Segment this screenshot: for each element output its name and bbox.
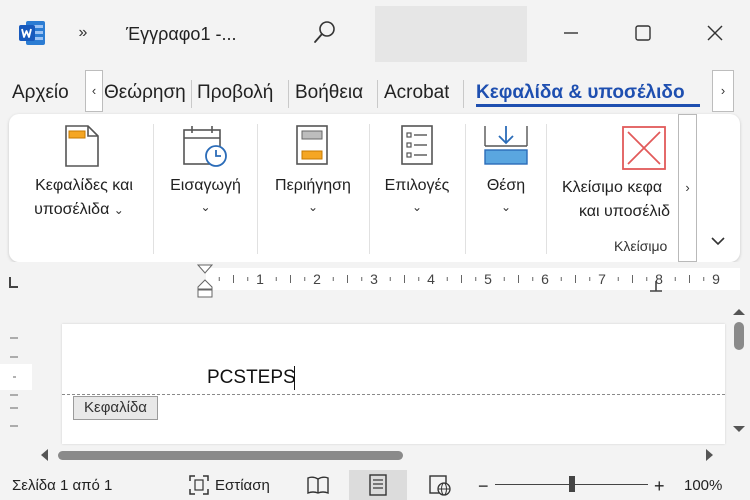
close-header-footer-icon (622, 126, 666, 175)
options-icon (400, 124, 436, 173)
account-area[interactable] (375, 6, 527, 62)
tab-review-label: Θεώρηση (104, 82, 186, 103)
close-header-footer-button[interactable]: Κλείσιμο κεφα και υποσέλιδ Κλείσιμο (547, 114, 677, 262)
print-layout-icon (369, 474, 387, 496)
ruler-number: 7 (598, 271, 606, 287)
header-boundary-line (62, 394, 725, 395)
options-button[interactable]: Επιλογές ⌄ (370, 114, 464, 262)
ruler-number: 1 (256, 271, 264, 287)
quick-access-more-button[interactable]: » (74, 22, 92, 44)
tab-help[interactable]: Βοήθεια (295, 80, 363, 106)
chevron-down-icon: ⌄ (500, 200, 512, 214)
position-button[interactable]: Θέση ⌄ (466, 114, 546, 262)
vertical-ruler[interactable] (0, 300, 32, 442)
tab-view[interactable]: Προβολή (197, 80, 273, 106)
tabs-scroll-right-button[interactable]: › (712, 70, 734, 112)
position-icon (484, 124, 528, 173)
chevron-down-icon (711, 237, 725, 246)
tab-divider (463, 80, 464, 108)
header-footer-group-button[interactable]: Κεφαλίδες και υποσέλιδα ⌄ (9, 114, 154, 262)
horizontal-ruler[interactable]: 123456789 (60, 268, 740, 290)
search-button[interactable] (308, 16, 340, 50)
close-group-title: Κλείσιμο (614, 238, 668, 254)
ribbon-collapse-button[interactable] (707, 230, 729, 252)
horizontal-scrollbar[interactable] (32, 442, 728, 468)
text-cursor (294, 366, 295, 390)
page-count[interactable]: Σελίδα 1 από 1 (12, 476, 112, 496)
chevron-down-icon: ⌄ (200, 200, 211, 214)
header-footer-label-2-text: υποσέλιδα (34, 201, 110, 218)
ruler-number: 6 (541, 271, 549, 287)
close-icon (707, 25, 723, 41)
focus-icon[interactable] (188, 474, 210, 500)
tab-review[interactable]: Θεώρηση (104, 80, 186, 106)
ruler-number: 5 (484, 271, 492, 287)
ruler-number: 2 (313, 271, 321, 287)
header-content[interactable]: PCSTEPS (207, 366, 296, 390)
word-logo-icon (18, 20, 46, 46)
tab-divider (288, 80, 289, 108)
navigation-icon (295, 124, 331, 173)
maximize-icon (635, 25, 651, 41)
ruler-number: 9 (712, 271, 720, 287)
header-footer-label-2: υποσέλιδα ⌄ (9, 198, 149, 222)
header-footer-label: Κεφαλίδες και (35, 177, 133, 194)
navigation-label: Περιήγηση (275, 177, 351, 194)
ribbon: Κεφαλίδες και υποσέλιδα ⌄ Εισαγωγή ⌄ Περ… (9, 114, 740, 262)
document-page[interactable]: PCSTEPS Κεφαλίδα (62, 324, 725, 444)
active-tab-indicator (476, 104, 700, 107)
chevron-down-icon: ⌄ (411, 200, 423, 214)
minimize-icon (564, 32, 578, 34)
ruler-number: 3 (370, 271, 378, 287)
zoom-out-button[interactable]: − (478, 476, 489, 496)
ribbon-scroll-right-button[interactable]: › (678, 114, 697, 262)
zoom-in-button[interactable]: + (654, 476, 665, 496)
tab-divider (191, 80, 192, 108)
tab-file[interactable]: Αρχείο (12, 80, 69, 106)
print-layout-button[interactable] (349, 470, 407, 500)
tab-stop-selector[interactable] (8, 276, 18, 288)
web-layout-button[interactable] (428, 474, 452, 500)
options-label: Επιλογές (384, 177, 450, 194)
web-layout-icon (429, 475, 451, 496)
tabs-scroll-left-button[interactable]: ‹ (85, 70, 103, 112)
chevron-down-icon: ⌄ (307, 200, 319, 214)
search-icon (314, 21, 335, 43)
tab-acrobat[interactable]: Acrobat (384, 80, 449, 106)
read-mode-button[interactable] (306, 474, 330, 500)
maximize-button[interactable] (620, 16, 666, 50)
insert-date-time-icon (181, 124, 229, 173)
position-label: Θέση (486, 177, 526, 194)
zoom-level[interactable]: 100% (684, 476, 722, 496)
ruler-number: 4 (427, 271, 435, 287)
focus-button-label[interactable]: Εστίαση (215, 476, 270, 496)
indent-marker-icon[interactable] (196, 264, 214, 303)
minimize-button[interactable] (548, 16, 594, 50)
insert-button[interactable]: Εισαγωγή ⌄ (154, 114, 257, 262)
header-tag-label: Κεφαλίδα (73, 396, 158, 420)
tab-header-footer[interactable]: Κεφαλίδα & υποσέλιδο (476, 80, 685, 106)
book-icon (307, 476, 329, 495)
zoom-slider-thumb[interactable] (568, 476, 575, 492)
document-title: Έγγραφο1 -... (126, 24, 237, 44)
navigation-button[interactable]: Περιήγηση ⌄ (258, 114, 368, 262)
right-indent-marker-icon[interactable] (648, 280, 664, 298)
chevron-down-icon: ⌄ (113, 203, 124, 217)
close-header-footer-label: Κλείσιμο κεφα (562, 179, 663, 196)
close-header-footer-label-2: και υποσέλιδ (579, 203, 670, 220)
left-tab-icon (9, 277, 18, 288)
insert-label: Εισαγωγή (170, 177, 241, 194)
header-footer-icon (62, 124, 102, 173)
vertical-scrollbar[interactable] (728, 300, 750, 442)
tab-divider (377, 80, 378, 108)
close-window-button[interactable] (692, 16, 738, 50)
